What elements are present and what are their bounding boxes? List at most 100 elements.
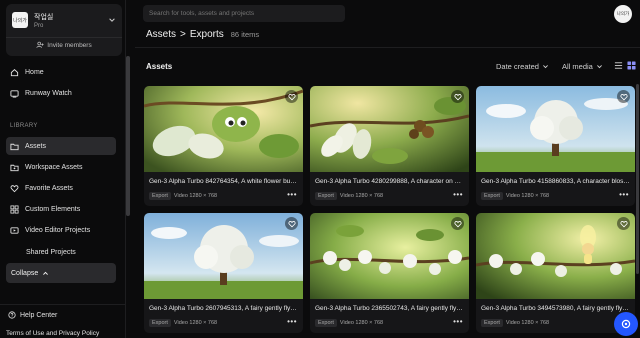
heart-icon bbox=[287, 93, 296, 100]
more-options-button[interactable]: ••• bbox=[287, 190, 297, 199]
blossom-tree-thumbnail bbox=[144, 213, 303, 299]
chevron-up-icon bbox=[43, 271, 49, 275]
chevron-down-icon bbox=[543, 65, 548, 69]
workspace-divider bbox=[6, 37, 122, 38]
grid-view-icon[interactable] bbox=[627, 61, 636, 70]
sidebar-item-video-editor-projects[interactable]: Video Editor Projects bbox=[6, 221, 116, 239]
support-chat-button[interactable] bbox=[614, 312, 638, 336]
asset-title: Gen-3 Alpha Turbo 4280299888, A characte… bbox=[315, 178, 464, 185]
add-user-icon bbox=[36, 41, 44, 48]
asset-card[interactable]: Gen-3 Alpha Turbo 2607945313, A fairy ge… bbox=[144, 213, 303, 333]
asset-info: Video 1280 × 768 bbox=[339, 193, 384, 199]
collapse-button[interactable]: Collapse bbox=[6, 263, 116, 283]
more-options-button[interactable]: ••• bbox=[453, 317, 463, 326]
nav-home[interactable]: Home bbox=[6, 63, 116, 81]
favorite-button[interactable] bbox=[285, 217, 298, 230]
sidebar: 나의가 작업실 Pro Invite members Home Runway W… bbox=[0, 0, 126, 338]
asset-title: Gen-3 Alpha Turbo 2365502743, A fairy ge… bbox=[315, 305, 464, 312]
asset-title: Gen-3 Alpha Turbo 842764354, A white flo… bbox=[149, 178, 298, 185]
breadcrumb-separator: > bbox=[180, 29, 186, 40]
workspace-logo: 나의가 bbox=[12, 12, 28, 28]
folder-shared-icon bbox=[10, 164, 19, 171]
asset-card[interactable]: Gen-3 Alpha Turbo 2365502743, A fairy ge… bbox=[310, 213, 469, 333]
sidebar-divider bbox=[0, 304, 126, 305]
list-view-icon[interactable] bbox=[614, 61, 623, 70]
sidebar-item-label: Assets bbox=[25, 142, 47, 150]
asset-meta: Export Video 1280 × 768 bbox=[149, 192, 217, 200]
sidebar-scrollbar[interactable] bbox=[126, 56, 130, 216]
favorite-button[interactable] bbox=[617, 90, 630, 103]
workspace-switcher[interactable]: 나의가 작업실 Pro Invite members bbox=[6, 4, 122, 56]
asset-card[interactable]: Gen-3 Alpha Turbo 842764354, A white flo… bbox=[144, 86, 303, 206]
sidebar-item-assets[interactable]: Assets bbox=[6, 137, 116, 155]
asset-info: Video 1280 × 768 bbox=[505, 193, 550, 199]
page-scrollbar[interactable] bbox=[636, 84, 639, 274]
asset-tag: Export bbox=[481, 192, 503, 200]
sidebar-item-workspace-assets[interactable]: Workspace Assets bbox=[6, 158, 116, 176]
asset-title: Gen-3 Alpha Turbo 4158860833, A characte… bbox=[481, 178, 630, 185]
chat-icon bbox=[621, 319, 631, 329]
header-divider bbox=[135, 47, 640, 48]
asset-tag: Export bbox=[315, 192, 337, 200]
asset-thumbnail bbox=[310, 213, 469, 299]
sidebar-item-label: Video Editor Projects bbox=[25, 226, 91, 234]
terms-link[interactable]: Terms of Use and Privacy Policy bbox=[6, 330, 99, 337]
favorite-button[interactable] bbox=[451, 217, 464, 230]
folder-icon bbox=[10, 143, 19, 150]
more-options-button[interactable]: ••• bbox=[287, 317, 297, 326]
avatar[interactable]: 나의가 bbox=[614, 5, 632, 23]
runway-app: 나의가 작업실 Pro Invite members Home Runway W… bbox=[0, 0, 640, 338]
elements-icon bbox=[10, 204, 19, 214]
asset-info: Video 1280 × 768 bbox=[505, 320, 550, 326]
asset-thumbnail bbox=[476, 86, 635, 172]
sidebar-item-label: Favorite Assets bbox=[25, 184, 73, 192]
breadcrumb-current: Exports bbox=[189, 29, 224, 40]
blossom-tree-thumbnail bbox=[476, 86, 635, 172]
eyed-leaves-thumbnail bbox=[144, 86, 303, 172]
nav-runway-watch[interactable]: Runway Watch bbox=[6, 84, 116, 102]
asset-meta: Export Video 1280 × 768 bbox=[315, 192, 383, 200]
asset-tag: Export bbox=[315, 319, 337, 327]
more-options-button[interactable]: ••• bbox=[619, 190, 629, 199]
home-icon bbox=[10, 68, 19, 76]
fairy-branch-thumbnail bbox=[476, 213, 635, 299]
chevron-down-icon[interactable] bbox=[108, 16, 116, 24]
more-options-button[interactable]: ••• bbox=[453, 190, 463, 199]
favorite-button[interactable] bbox=[617, 217, 630, 230]
heart-icon bbox=[619, 93, 628, 100]
asset-card[interactable]: Gen-3 Alpha Turbo 4280299888, A characte… bbox=[310, 86, 469, 206]
sort-label: Date created bbox=[496, 62, 539, 71]
media-filter-dropdown[interactable]: All media bbox=[562, 62, 603, 71]
asset-info: Video 1280 × 768 bbox=[173, 320, 218, 326]
asset-meta: Export Video 1280 × 768 bbox=[481, 319, 549, 327]
help-center-link[interactable]: Help Center bbox=[8, 311, 57, 319]
filter-label: All media bbox=[562, 62, 593, 71]
asset-thumbnail bbox=[144, 86, 303, 172]
nav-runway-watch-label: Runway Watch bbox=[25, 89, 72, 97]
sidebar-item-shared-projects[interactable]: Shared Projects bbox=[6, 243, 116, 261]
breadcrumb: Assets > Exports 86 items bbox=[146, 29, 259, 40]
library-section-label: LIBRARY bbox=[10, 123, 38, 129]
buds-branch-thumbnail bbox=[310, 86, 469, 172]
breadcrumb-assets[interactable]: Assets bbox=[146, 29, 176, 40]
asset-info: Video 1280 × 768 bbox=[339, 320, 384, 326]
nav-home-label: Home bbox=[25, 68, 44, 76]
asset-card[interactable]: Gen-3 Alpha Turbo 3494573980, A fairy ge… bbox=[476, 213, 635, 333]
sidebar-item-favorite-assets[interactable]: Favorite Assets bbox=[6, 179, 116, 197]
asset-thumbnail bbox=[310, 86, 469, 172]
invite-members-label: Invite members bbox=[47, 41, 92, 49]
sidebar-item-label: Shared Projects bbox=[26, 248, 76, 256]
asset-meta: Export Video 1280 × 768 bbox=[315, 319, 383, 327]
favorite-button[interactable] bbox=[451, 90, 464, 103]
sidebar-item-label: Custom Elements bbox=[25, 205, 81, 213]
asset-tag: Export bbox=[481, 319, 503, 327]
favorite-button[interactable] bbox=[285, 90, 298, 103]
asset-card[interactable]: Gen-3 Alpha Turbo 4158860833, A characte… bbox=[476, 86, 635, 206]
sidebar-item-custom-elements[interactable]: Custom Elements bbox=[6, 200, 116, 218]
search-input[interactable] bbox=[149, 10, 345, 17]
help-icon bbox=[8, 311, 16, 319]
sort-dropdown[interactable]: Date created bbox=[496, 62, 549, 71]
search-bar[interactable] bbox=[143, 5, 345, 22]
help-center-label: Help Center bbox=[20, 311, 58, 319]
invite-members-button[interactable]: Invite members bbox=[6, 41, 122, 49]
